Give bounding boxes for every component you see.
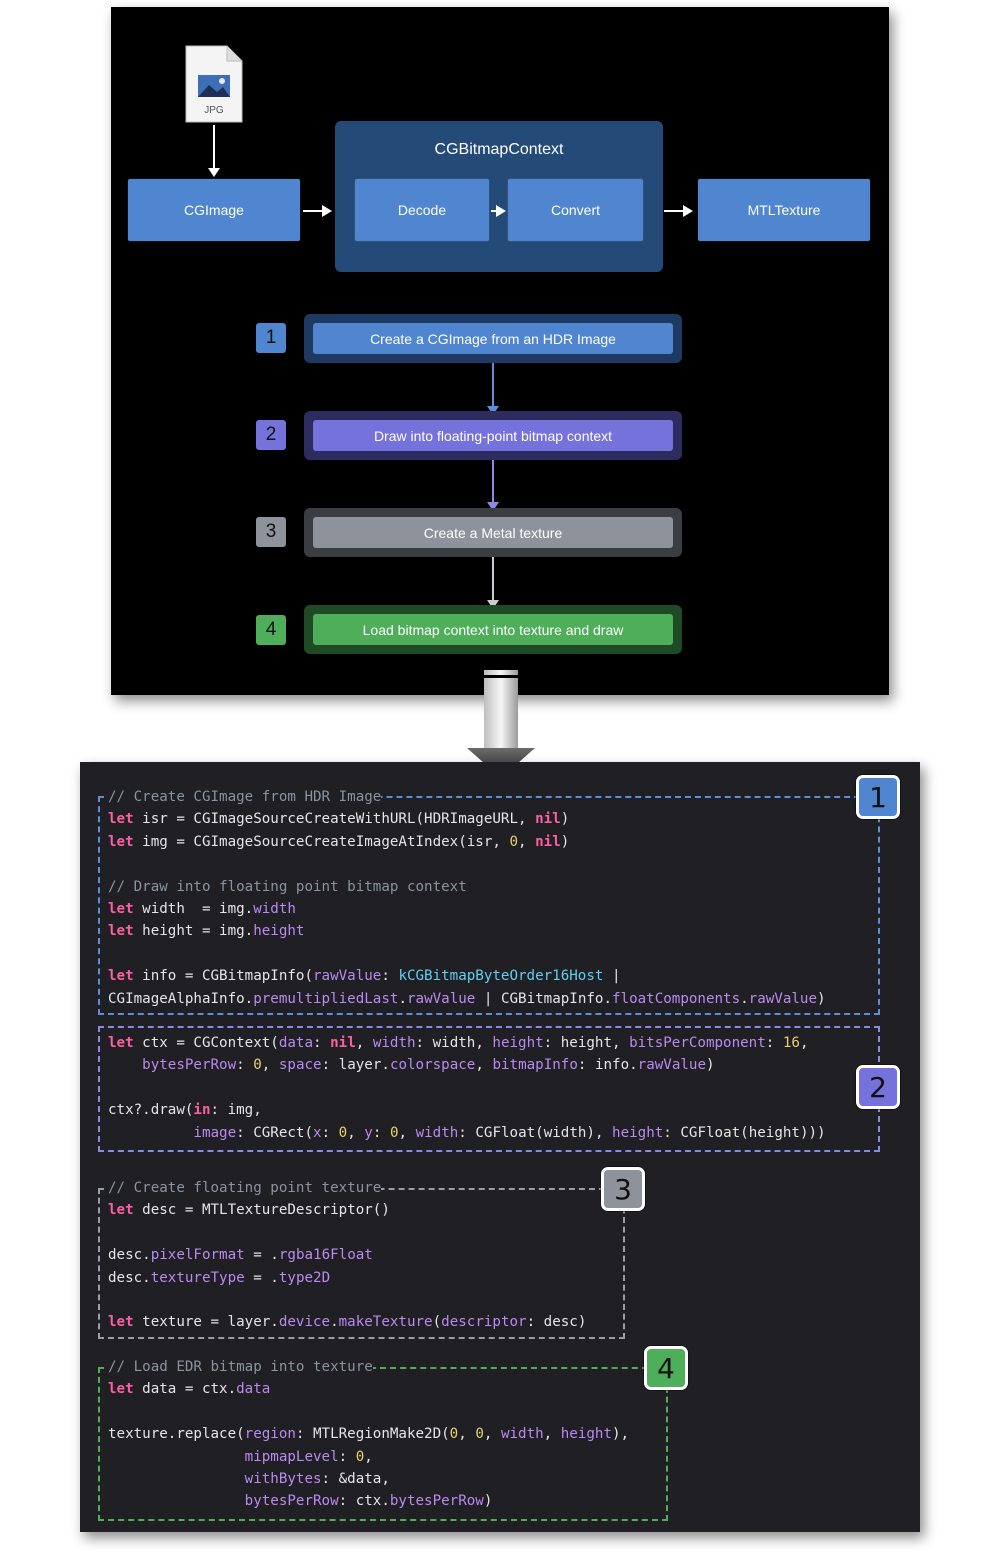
step-1: Create a CGImage from an HDR Image [304, 314, 682, 363]
badge-2: 2 [856, 1065, 900, 1109]
comment-create-cgimage: // Create CGImage from HDR Image [108, 789, 382, 805]
step-1-label: Create a CGImage from an HDR Image [313, 323, 673, 354]
step-4-number: 4 [256, 615, 286, 645]
code-section-4: // Load EDR bitmap into texture let data… [108, 1359, 630, 1510]
context-title: CGBitmapContext [434, 141, 564, 158]
convert-box: Convert [508, 179, 643, 241]
cgimage-box: CGImage [128, 179, 300, 241]
badge-3: 3 [601, 1167, 645, 1211]
jpg-label: JPG [204, 105, 224, 116]
cgbitmapcontext-group: CGBitmapContext Decode Convert [335, 121, 663, 272]
arrow-context-to-texture [664, 205, 693, 217]
arrow-step-2-to-3 [487, 460, 499, 511]
step-2: Draw into floating-point bitmap context [304, 411, 682, 460]
pipeline-diagram: JPG CGImage CGBitmapContext Decode Conve… [111, 7, 889, 695]
code-section-1: // Create CGImage from HDR Image let isr… [108, 789, 826, 1007]
comment-load-edr: // Load EDR bitmap into texture [108, 1359, 373, 1375]
badge-1: 1 [856, 775, 900, 819]
arrow-step-1-to-2 [487, 363, 499, 415]
step-3: Create a Metal texture [304, 508, 682, 557]
arrow-step-3-to-4 [487, 557, 499, 609]
arrow-decode-to-convert [491, 205, 506, 217]
comment-create-texture: // Create floating point texture [108, 1180, 382, 1196]
step-1-number: 1 [256, 323, 286, 353]
step-3-number: 3 [256, 517, 286, 547]
step-2-number: 2 [256, 420, 286, 450]
badge-4: 4 [644, 1346, 688, 1390]
decode-box: Decode [355, 179, 489, 241]
step-4: Load bitmap context into texture and dra… [304, 605, 682, 654]
code-section-2: let ctx = CGContext(data: nil, width: wi… [108, 1035, 826, 1141]
step-4-label: Load bitmap context into texture and dra… [313, 614, 673, 645]
jpg-file-icon: JPG [185, 45, 243, 123]
comment-draw-bitmap: // Draw into floating point bitmap conte… [108, 878, 467, 895]
arrow-cgimage-to-context [303, 205, 332, 217]
mtltexture-box: MTLTexture [698, 179, 870, 241]
code-section-3: // Create floating point texture let des… [108, 1180, 587, 1331]
step-3-label: Create a Metal texture [313, 517, 673, 548]
step-2-label: Draw into floating-point bitmap context [313, 420, 673, 451]
arrow-jpg-to-cgimage [208, 125, 220, 177]
